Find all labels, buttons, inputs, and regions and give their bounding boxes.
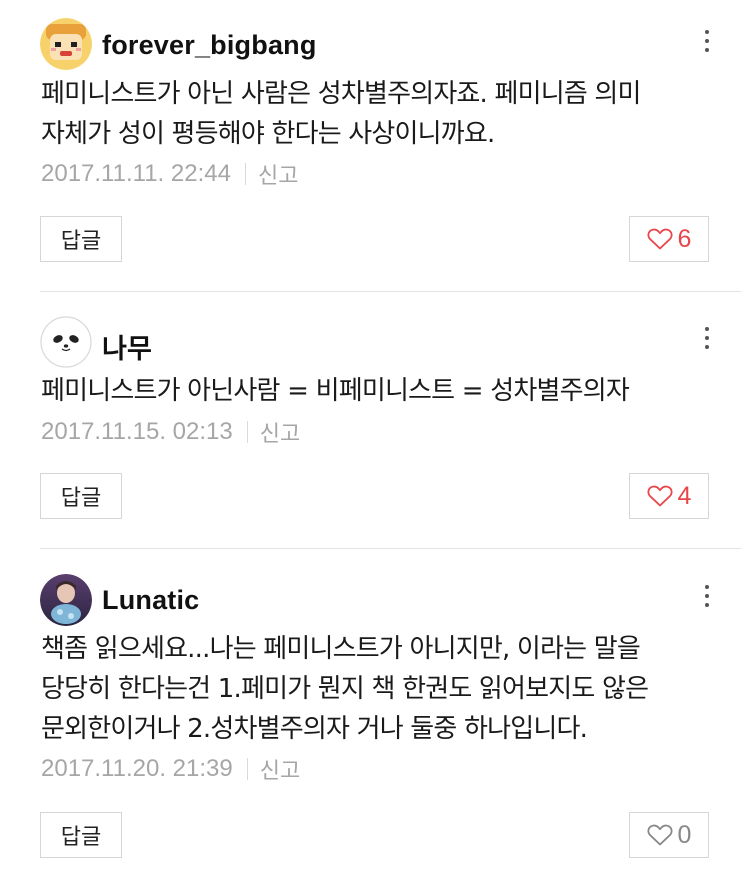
cartoon-face-avatar[interactable] [40, 18, 92, 70]
more-options-icon[interactable] [700, 585, 714, 615]
comment-divider [40, 548, 741, 549]
meta-divider [246, 758, 248, 780]
heart-icon [647, 824, 673, 846]
more-options-icon[interactable] [700, 30, 714, 60]
comment-text-line: 페미니스트가 아닌 사람은 성차별주의자죠. 페미니즘 의미 [41, 79, 641, 109]
comment-text-line: 문외한이거나 2.성차별주의자 거나 둘중 하나입니다. [41, 714, 588, 744]
username[interactable]: 나무 [102, 327, 152, 366]
username[interactable]: Lunatic [102, 585, 199, 616]
reply-button[interactable]: 답글 [40, 216, 122, 262]
meta-divider [244, 163, 246, 185]
comment-divider [40, 291, 741, 292]
timestamp: 2017.11.15. 02:13 [41, 418, 233, 445]
like-count: 6 [677, 224, 692, 253]
comment-text: 페미니스트가 아닌 사람은 성차별주의자죠. 페미니즘 의미 자체가 성이 평등… [41, 74, 731, 154]
heart-icon [647, 485, 673, 507]
comment-text: 페미니스트가 아닌사람 = 비페미니스트 = 성차별주의자 [41, 371, 731, 411]
timestamp: 2017.11.11. 22:44 [41, 160, 231, 187]
comment-meta: 2017.11.20. 21:39 신고 [41, 753, 300, 785]
report-link[interactable]: 신고 [258, 158, 298, 190]
like-count: 4 [677, 481, 692, 510]
like-button[interactable]: 0 [629, 812, 709, 858]
comment-meta: 2017.11.15. 02:13 신고 [41, 416, 300, 448]
reply-button[interactable]: 답글 [40, 812, 122, 858]
comment-text: 책좀 읽으세요...나는 페미니스트가 아니지만, 이라는 말을 당당히 한다는… [41, 629, 731, 749]
comment-text-line: 페미니스트가 아닌사람 = 비페미니스트 = 성차별주의자 [41, 376, 630, 406]
like-button[interactable]: 6 [629, 216, 709, 262]
heart-icon [647, 228, 673, 250]
report-link[interactable]: 신고 [260, 416, 300, 448]
comment-text-line: 책좀 읽으세요...나는 페미니스트가 아니지만, 이라는 말을 [41, 634, 641, 664]
photo-avatar[interactable] [40, 574, 92, 626]
like-button[interactable]: 4 [629, 473, 709, 519]
panda-face-avatar[interactable] [40, 316, 92, 368]
comment-meta: 2017.11.11. 22:44 신고 [41, 158, 298, 190]
timestamp: 2017.11.20. 21:39 [41, 755, 233, 782]
like-count: 0 [677, 820, 692, 849]
meta-divider [246, 421, 248, 443]
comment-text-line: 당당히 한다는건 1.페미가 뭔지 책 한권도 읽어보지도 않은 [41, 674, 649, 704]
username[interactable]: forever_bigbang [102, 30, 317, 61]
more-options-icon[interactable] [700, 327, 714, 357]
report-link[interactable]: 신고 [260, 753, 300, 785]
reply-button[interactable]: 답글 [40, 473, 122, 519]
comment-text-line: 자체가 성이 평등해야 한다는 사상이니까요. [41, 119, 495, 149]
